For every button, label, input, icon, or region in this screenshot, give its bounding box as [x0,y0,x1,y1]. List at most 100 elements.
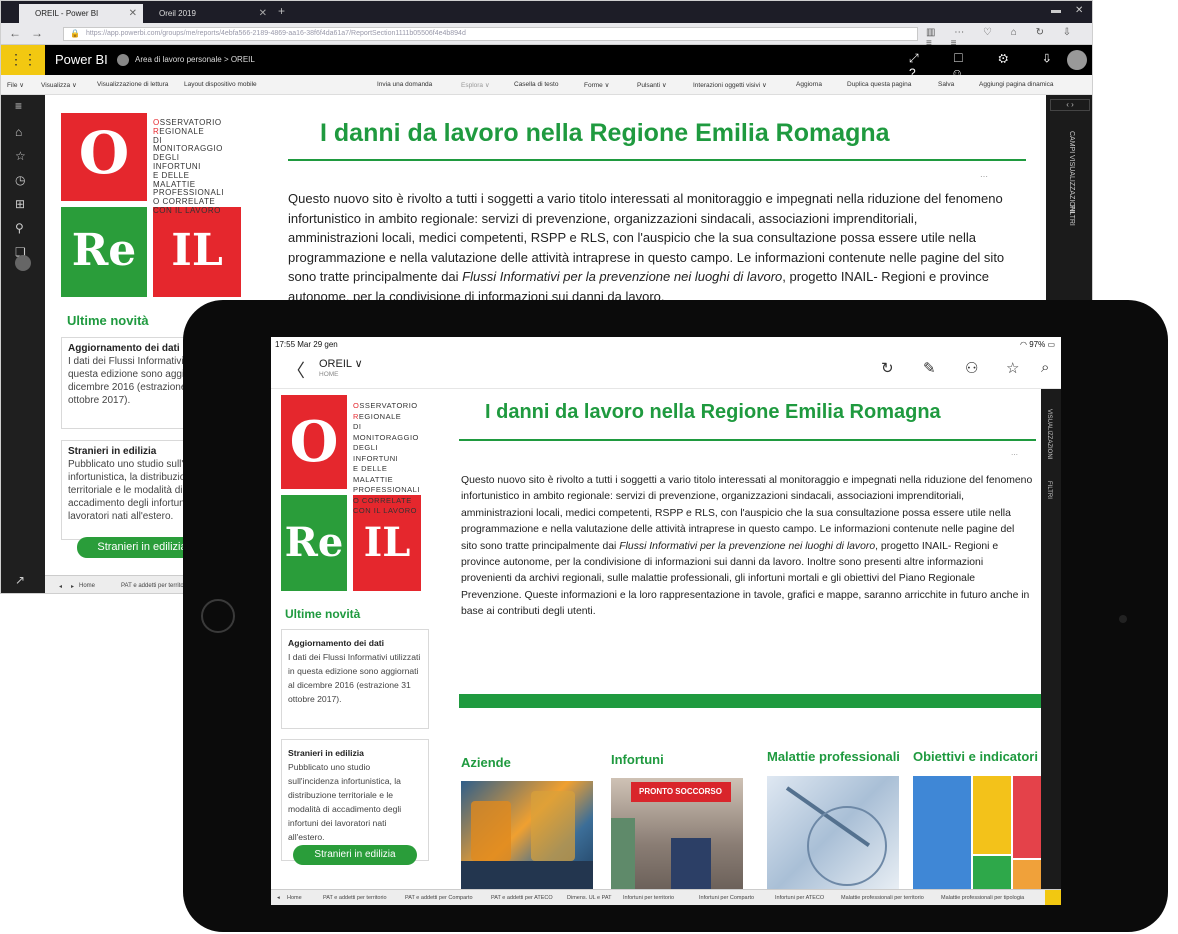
url-text: https://app.powerbi.com/groups/me/report… [86,30,466,37]
tile-infortuni-image[interactable]: PRONTO SOCCORSO [611,778,743,889]
page-tab[interactable]: Infortuni per territorio [623,895,674,901]
clock-icon[interactable]: ◷ [15,173,25,187]
favorite-star-icon[interactable]: ☆ [1006,359,1019,377]
prev-page-icon[interactable]: ◂ [59,583,62,590]
page-tab[interactable]: Infortuni per Comparto [699,895,754,901]
user-icon[interactable]: ⚇ [965,359,978,377]
ipad-screen: 17:55 Mar 29 gen ◠ 97% ▭ 〈 OREIL ∨ HOME … [271,337,1061,905]
menu-layout[interactable]: Layout dispositivo mobile [184,81,257,88]
tile-title-obiettivi: Obiettivi e indicatori [913,749,1038,764]
status-time: 17:55 Mar 29 gen [275,340,338,349]
star-icon[interactable]: ☆ [15,149,26,163]
page-tab[interactable]: Malattie professionali per tipologia [941,895,1024,901]
page-tab[interactable]: Malattie professionali per territorio [841,895,924,901]
page-tab[interactable]: Dimens. UL e PAT [567,895,612,901]
add-dynamic-page-button[interactable]: Aggiungi pagina dinamica [979,81,1053,88]
url-input[interactable]: 🔒 https://app.powerbi.com/groups/me/repo… [63,27,918,41]
collapse-panes-icon[interactable]: ‹ › [1050,99,1090,111]
news-card-update[interactable]: Aggiornamento dei dati I dati dei Flussi… [281,629,429,729]
app-launcher-icon[interactable]: ⋮⋮ [1,45,45,75]
menu-visualizza[interactable]: Visualizza ∨ [41,81,77,89]
more-options-icon[interactable]: ⋯ [980,172,988,181]
news-heading: Ultime novità [285,607,361,621]
close-window-icon[interactable]: ✕ [1075,5,1083,16]
explore-button[interactable]: Esplora ∨ [461,81,490,89]
tab-label: Oreil 2019 [159,9,196,18]
page-tab[interactable]: Infortuni per ATECO [775,895,824,901]
page-tab-pat-territorio[interactable]: PAT e addetti per territorio [121,583,190,589]
shapes-button[interactable]: Forme ∨ [584,81,609,89]
news-card-body: Pubblicato uno studio sull'incidenza inf… [288,762,402,842]
battery-indicator: ◠ 97% ▭ [1020,340,1055,349]
close-icon[interactable]: ✕ [259,8,267,19]
tab-campi[interactable]: CAMPI [1068,131,1075,153]
menu-lettura[interactable]: Visualizzazione di lettura [97,81,168,88]
tab-filtri[interactable]: FILTRI [1068,205,1075,226]
news-card-stranieri[interactable]: Stranieri in edilizia Pubblicato uno stu… [281,739,429,861]
stranieri-button[interactable]: Stranieri in edilizia [293,845,417,865]
tile-aziende-image[interactable] [461,781,593,889]
back-chevron-icon[interactable]: 〈 [287,357,305,383]
more-options-icon[interactable]: ⋯ [1011,451,1018,459]
ios-status-bar: 17:55 Mar 29 gen ◠ 97% ▭ [271,337,1061,351]
expand-icon[interactable]: ↗ [15,573,25,587]
page-tab[interactable]: PAT e addetti per ATECO [491,895,553,901]
search-icon[interactable]: ⌕ [1041,359,1049,376]
title-underline [288,159,1026,161]
browser-tab-oreil[interactable]: OREIL - Power BI ✕ [19,4,143,23]
treemap-block [1013,860,1041,889]
logo-il: IL [153,207,241,297]
tile-title-malattie: Malattie professionali [767,749,900,764]
logo-text: OSSERVATORIO REGIONALE DI MONITORAGGIO D… [353,401,420,515]
annotate-icon[interactable]: ✎ [923,359,936,377]
section-divider-bar [459,694,1041,708]
lock-icon: 🔒 [70,29,80,38]
textbox-button[interactable]: Casella di testo [514,81,558,88]
home-button[interactable] [201,599,235,633]
report-title[interactable]: OREIL ∨ [319,357,363,370]
breadcrumb[interactable]: Area di lavoro personale > OREIL [117,54,255,66]
tab-visualizzazioni[interactable]: VISUALIZZAZIONI [1046,409,1052,459]
apps-icon[interactable]: ⊞ [15,197,25,211]
page-subtitle: HOME [319,371,339,378]
browser-tab-bar: OREIL - Power BI ✕ Oreil 2019 ✕ + ▬ ✕ [1,1,1092,23]
add-page-icon[interactable] [1045,890,1061,905]
tablet-page-tabs: ◂ Home PAT e addetti per territorio PAT … [271,889,1061,905]
tile-malattie-image[interactable] [767,776,899,889]
page-tab-home[interactable]: Home [79,583,95,589]
browser-tab-oreil-2019[interactable]: Oreil 2019 ✕ [143,4,273,23]
duplicate-page-button[interactable]: Duplica questa pagina [847,81,911,88]
minimize-icon[interactable]: ▬ [1051,5,1061,16]
close-icon[interactable]: ✕ [129,8,137,19]
logo-text: OSSERVATORIO REGIONALE DI MONITORAGGIO D… [153,118,224,215]
shared-icon[interactable]: ⚲ [15,221,24,235]
refresh-icon[interactable]: ↻ [881,359,894,377]
logo-re: Re [281,495,347,591]
user-avatar[interactable] [1067,50,1087,70]
page-tab[interactable]: PAT e addetti per territorio [323,895,387,901]
ask-question-button[interactable]: Invia una domanda [377,81,432,88]
buttons-button[interactable]: Pulsanti ∨ [637,81,667,89]
visual-interactions-button[interactable]: Interazioni oggetti visivi ∨ [693,81,767,89]
forward-icon[interactable]: → [31,26,43,40]
tile-title-aziende: Aziende [461,755,511,770]
home-icon[interactable]: ⌂ [15,125,22,139]
app-nav-bar: 〈 OREIL ∨ HOME ↻ ✎ ⚇ ☆ ⌕ [271,351,1061,389]
page-tab[interactable]: PAT e addetti per Comparto [405,895,473,901]
refresh-button[interactable]: Aggiorna [796,81,822,88]
page-tab-home[interactable]: Home [287,895,302,901]
ipad-device: 17:55 Mar 29 gen ◠ 97% ▭ 〈 OREIL ∨ HOME … [183,300,1168,932]
tab-filtri[interactable]: FILTRI [1046,481,1052,499]
pronto-soccorso-sign: PRONTO SOCCORSO [631,782,731,802]
next-page-icon[interactable]: ▸ [71,583,74,590]
hamburger-icon[interactable]: ≡ [15,99,22,113]
new-tab-icon[interactable]: + [278,4,285,18]
prev-page-icon[interactable]: ◂ [277,895,280,901]
workspace-avatar-icon[interactable] [15,255,31,271]
news-card-title: Stranieri in edilizia [288,748,364,758]
tile-obiettivi-treemap[interactable] [913,776,1041,889]
save-button[interactable]: Salva [938,81,954,88]
back-icon[interactable]: ← [9,26,21,40]
menu-file[interactable]: File ∨ [7,81,24,89]
tablet-report-canvas: O Re IL OSSERVATORIO REGIONALE DI MONITO… [271,389,1041,889]
